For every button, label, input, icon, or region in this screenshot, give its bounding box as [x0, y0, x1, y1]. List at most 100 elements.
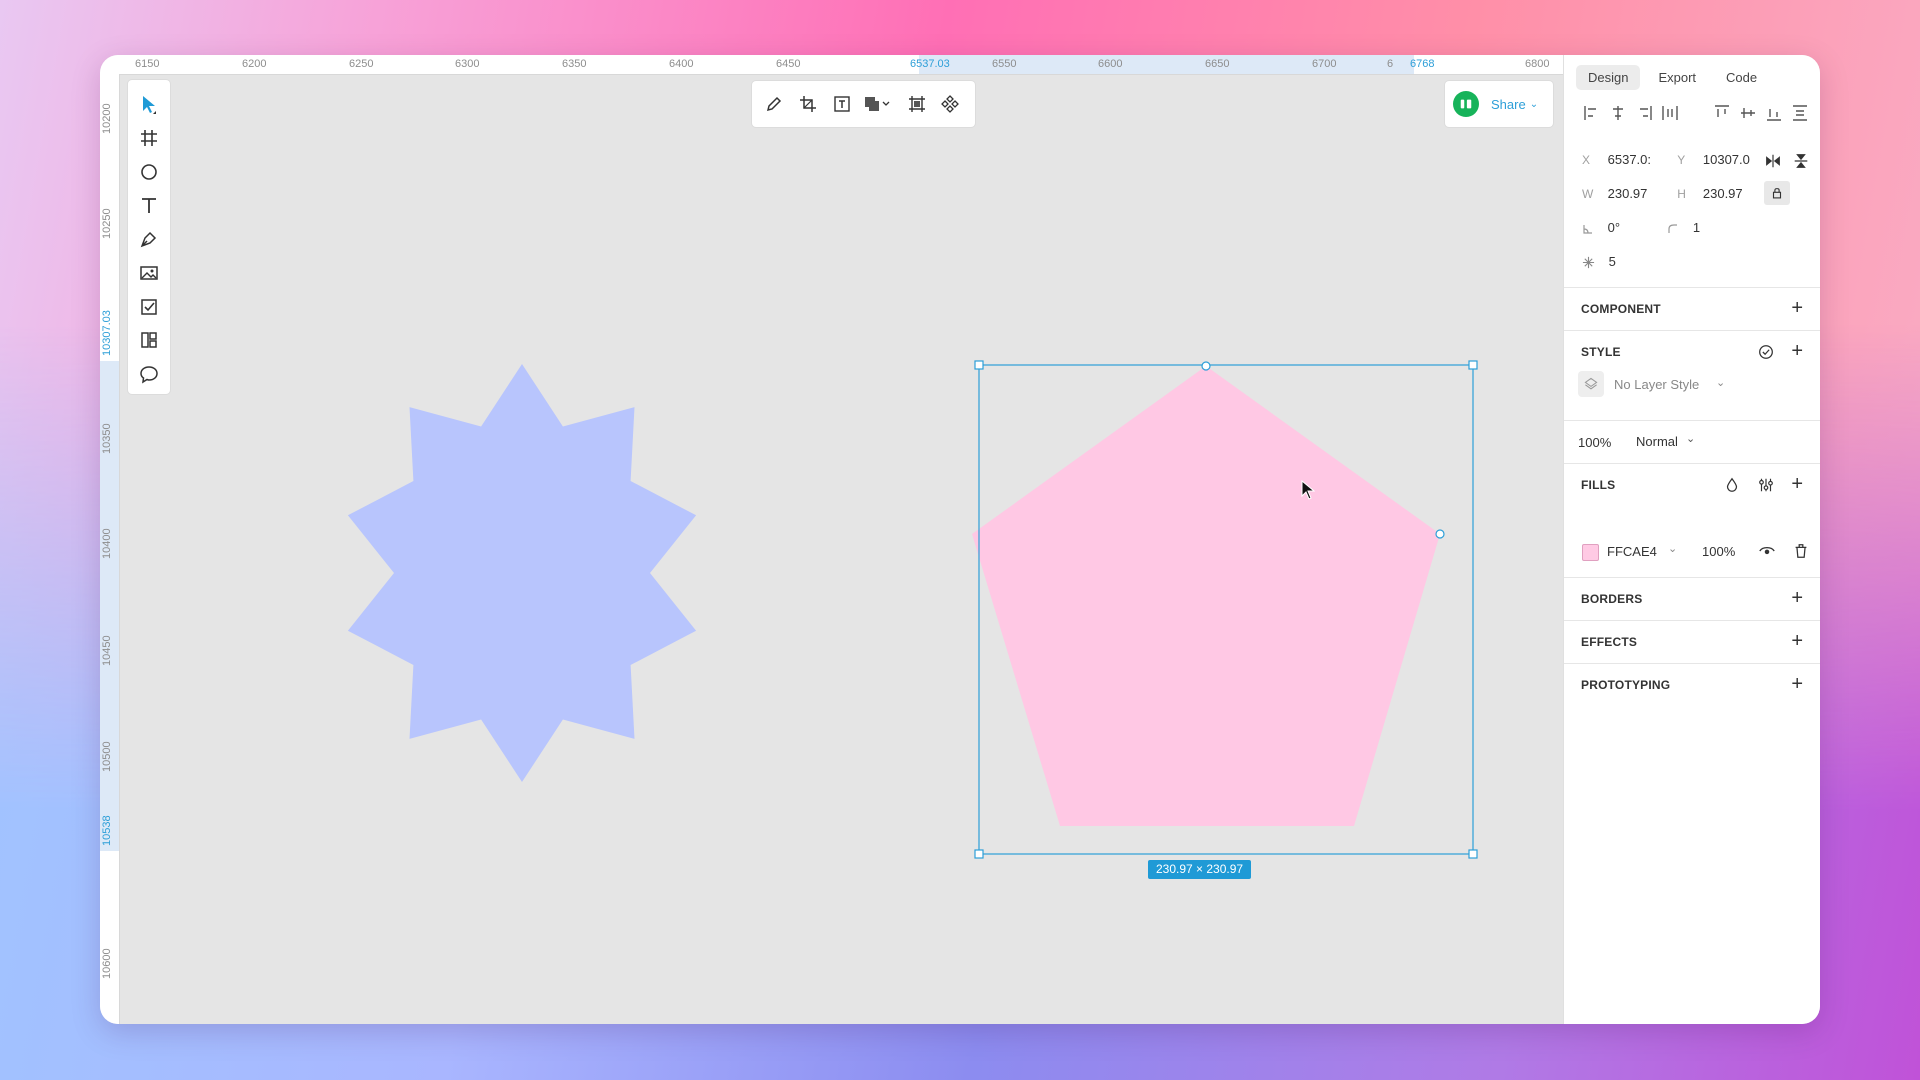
ruler-label: 6800 [1525, 58, 1550, 70]
circle-icon [141, 164, 157, 180]
check-circle-icon[interactable] [1757, 343, 1775, 361]
tools-toolbar [128, 80, 170, 394]
rotation-angle-icon [1583, 224, 1592, 234]
blend-mode-select[interactable]: Normal [1636, 434, 1678, 449]
checkbox-tool[interactable] [137, 295, 161, 319]
add-style-button[interactable]: + [1791, 341, 1803, 361]
component-section: COMPONENT + [1564, 287, 1820, 330]
flip-horizontal-icon[interactable] [1764, 152, 1782, 170]
flip-vertical-icon[interactable] [1792, 152, 1810, 170]
fill-row: FFCAE4 ⌄ 100% [1582, 542, 1807, 564]
share-button[interactable]: Share ⌄ [1445, 81, 1553, 127]
tab-code[interactable]: Code [1714, 65, 1769, 90]
points-input[interactable]: 5 [1609, 254, 1616, 269]
component-icon [141, 332, 157, 348]
app-window: 6150 6200 6250 6300 6350 6400 6450 6537.… [100, 55, 1820, 1024]
edit-pencil-button[interactable] [762, 92, 786, 116]
droplet-icon[interactable] [1723, 476, 1741, 494]
add-effect-button[interactable]: + [1791, 631, 1803, 651]
component-diamond-icon [941, 95, 959, 113]
align-center-v-icon[interactable] [1738, 103, 1758, 123]
add-fill-button[interactable]: + [1791, 474, 1803, 494]
distribute-horizontal-icon[interactable] [1660, 103, 1680, 123]
top-ruler[interactable]: 6150 6200 6250 6300 6350 6400 6450 6537.… [100, 55, 1563, 75]
ruler-label: 10600 [101, 948, 113, 979]
comment-tool[interactable] [137, 362, 161, 386]
borders-section: BORDERS + [1564, 577, 1820, 620]
component-title: COMPONENT [1581, 302, 1661, 316]
crop-icon [800, 96, 816, 112]
shape-actions-toolbar [752, 81, 975, 127]
eye-icon[interactable] [1758, 542, 1776, 560]
distribute-vertical-icon[interactable] [1790, 103, 1810, 123]
tab-design[interactable]: Design [1576, 65, 1641, 90]
crop-button[interactable] [796, 92, 820, 116]
select-tool[interactable] [137, 92, 161, 116]
component-tool[interactable] [137, 328, 161, 352]
ruler-label: 6650 [1205, 58, 1230, 70]
corner-radius-icon [1668, 223, 1678, 233]
y-label: Y [1677, 153, 1686, 167]
add-prototyping-button[interactable]: + [1791, 674, 1803, 694]
rotation-input[interactable]: 0° [1608, 220, 1664, 235]
alignment-bar [1582, 103, 1807, 125]
ruler-label: 10200 [101, 103, 113, 134]
ruler-label: 6700 [1312, 58, 1337, 70]
pen-tool[interactable] [137, 227, 161, 251]
hash-frame-icon [141, 130, 157, 146]
align-center-h-icon[interactable] [1608, 103, 1628, 123]
add-border-button[interactable]: + [1791, 588, 1803, 608]
mask-button[interactable] [905, 92, 929, 116]
opacity-input[interactable]: 100% [1578, 435, 1611, 450]
effects-section: EFFECTS + [1564, 620, 1820, 663]
boolean-dropdown[interactable] [879, 92, 893, 116]
align-right-icon[interactable] [1634, 103, 1654, 123]
width-input[interactable]: 230.97 [1608, 186, 1670, 201]
align-bottom-icon[interactable] [1764, 103, 1784, 123]
x-input[interactable]: 6537.0: [1608, 152, 1670, 167]
ruler-label: 10450 [101, 635, 113, 666]
layers-icon [1584, 377, 1598, 390]
ellipse-tool[interactable] [137, 160, 161, 184]
text-box-button[interactable] [830, 92, 854, 116]
inspector-panel: Design Export Code X 6537.0: Y 10307.0 W… [1563, 55, 1820, 1024]
ruler-label: 6450 [776, 58, 801, 70]
cursor-arrow-icon [143, 96, 156, 114]
frame-tool[interactable] [137, 126, 161, 150]
ruler-label: 6250 [349, 58, 374, 70]
create-component-button[interactable] [938, 92, 962, 116]
star-shape[interactable] [347, 364, 697, 782]
tab-export[interactable]: Export [1646, 65, 1708, 90]
fills-section: FILLS + [1564, 463, 1820, 548]
design-canvas[interactable] [119, 74, 1563, 1024]
sliders-icon[interactable] [1757, 476, 1775, 494]
ruler-label: 10250 [101, 208, 113, 239]
height-input[interactable]: 230.97 [1703, 186, 1743, 201]
h-label: H [1677, 187, 1686, 201]
pentagon-shape[interactable] [972, 366, 1440, 826]
chevron-down-icon: ⌄ [1716, 377, 1726, 389]
align-top-icon[interactable] [1712, 103, 1732, 123]
lock-ratio-button[interactable] [1764, 181, 1790, 205]
prototyping-title: PROTOTYPING [1581, 678, 1671, 692]
checkbox-icon [141, 299, 157, 315]
fill-hex-input[interactable]: FFCAE4 [1607, 544, 1657, 559]
add-component-button[interactable]: + [1791, 298, 1803, 318]
fill-opacity-input[interactable]: 100% [1702, 544, 1735, 559]
layer-style-select[interactable]: No Layer Style ⌄ [1578, 371, 1808, 399]
opacity-blend-section: 100% Normal ⌄ [1564, 420, 1820, 463]
prototyping-section: PROTOTYPING + [1564, 663, 1820, 706]
trash-icon[interactable] [1792, 542, 1810, 560]
chevron-down-icon: ⌄ [1686, 433, 1696, 445]
fill-color-swatch[interactable] [1582, 544, 1599, 561]
y-input[interactable]: 10307.0 [1703, 152, 1750, 167]
layer-style-swatch [1578, 371, 1604, 397]
position-row: X 6537.0: Y 10307.0 [1582, 152, 1750, 167]
image-tool[interactable] [137, 261, 161, 285]
text-tool[interactable] [137, 193, 161, 217]
size-row: W 230.97 H 230.97 [1582, 186, 1743, 201]
radius-input[interactable]: 1 [1693, 220, 1700, 235]
align-left-icon[interactable] [1582, 103, 1602, 123]
left-ruler[interactable]: 10200 10250 10307.03 10350 10400 10450 1… [100, 74, 120, 1024]
share-label: Share [1491, 96, 1526, 112]
